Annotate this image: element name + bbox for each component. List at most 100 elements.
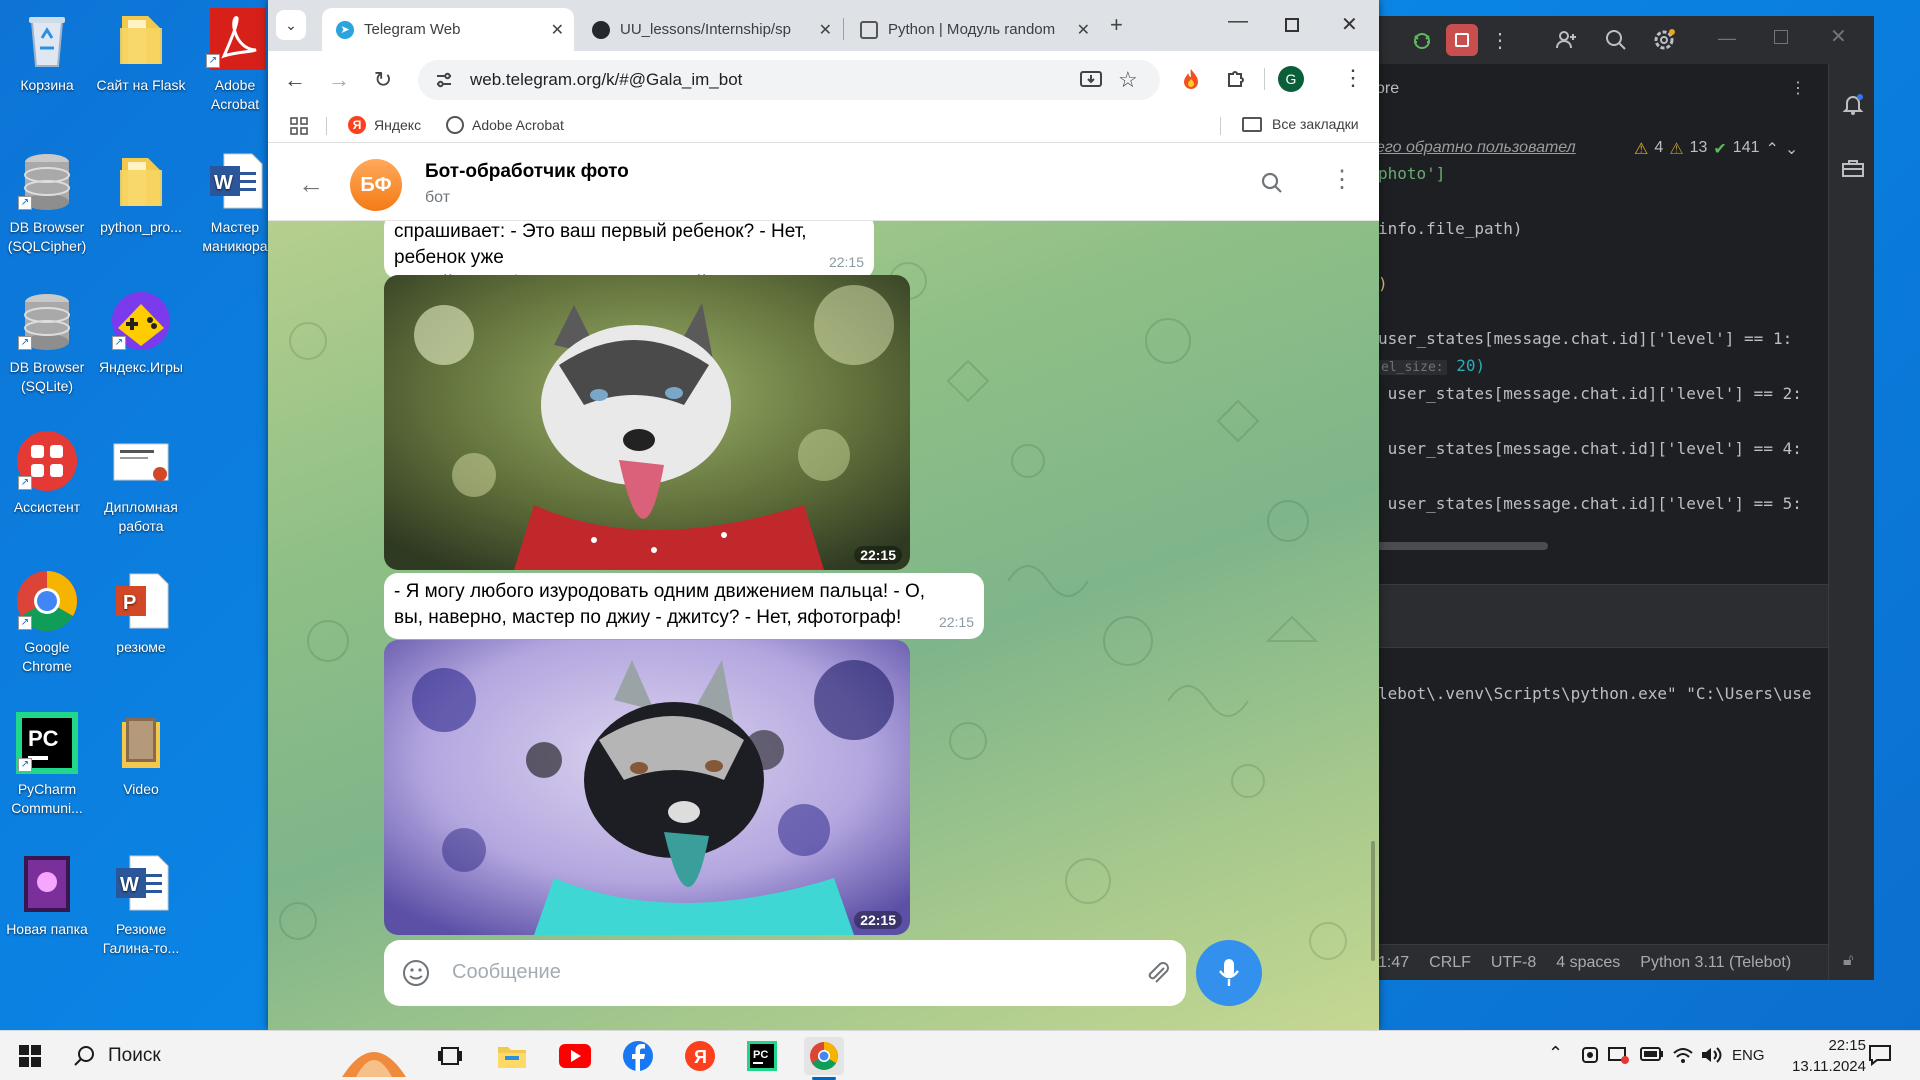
- notifications-bell-icon[interactable]: [1841, 92, 1865, 116]
- chat-avatar[interactable]: БФ: [350, 159, 402, 211]
- notifications-icon[interactable]: [1868, 1043, 1892, 1067]
- debug-icon[interactable]: [1410, 28, 1434, 52]
- search-icon[interactable]: [1260, 171, 1284, 195]
- close-tab-icon[interactable]: ✕: [1077, 20, 1090, 40]
- volume-icon[interactable]: [1700, 1045, 1722, 1065]
- chevron-down-icon[interactable]: ⌄: [1785, 139, 1798, 159]
- line-separator[interactable]: CRLF: [1429, 954, 1471, 972]
- message-composer[interactable]: Сообщение: [384, 940, 1186, 1006]
- install-app-icon[interactable]: [1080, 70, 1102, 90]
- window-close-icon[interactable]: ✕: [1341, 12, 1358, 37]
- inspection-widget[interactable]: ⚠ 4 ⚠ 13 ✔ 141 ⌃ ⌄: [1634, 139, 1798, 159]
- file-encoding[interactable]: UTF-8: [1491, 954, 1536, 972]
- tray-app-icon[interactable]: [1580, 1045, 1600, 1065]
- extension-flame-icon[interactable]: [1180, 67, 1202, 91]
- desktop-icon-flask-site[interactable]: Сайт на Flask: [96, 8, 186, 95]
- chat-menu-icon[interactable]: ⋮: [1330, 165, 1354, 194]
- message-photo[interactable]: 22:15: [384, 640, 910, 935]
- search-icon[interactable]: [1604, 28, 1628, 52]
- taskbar-search[interactable]: Поиск: [62, 1037, 422, 1077]
- stop-button[interactable]: [1446, 24, 1478, 56]
- chat-messages[interactable]: спрашивает: - Это ваш первый ребенок? - …: [268, 221, 1379, 1030]
- message-photo[interactable]: 22:15: [384, 275, 910, 570]
- tab-telegram-web[interactable]: ➤ Telegram Web ✕: [322, 8, 574, 51]
- back-arrow-icon[interactable]: ←: [298, 169, 324, 200]
- message-bubble[interactable]: - Я могу любого изуродовать одним движен…: [384, 573, 984, 639]
- desktop-icon-new-folder[interactable]: Новая папка: [2, 852, 92, 939]
- more-vertical-icon[interactable]: ⋮: [1490, 28, 1510, 53]
- file-explorer-icon[interactable]: [492, 1037, 532, 1075]
- bookmark-star-icon[interactable]: ☆: [1118, 67, 1138, 93]
- python-interpreter[interactable]: Python 3.11 (Telebot): [1640, 954, 1791, 972]
- new-tab-button[interactable]: +: [1110, 12, 1123, 38]
- window-minimize-icon[interactable]: —: [1228, 10, 1248, 33]
- desktop-icon-diploma[interactable]: Дипломная работа: [96, 430, 186, 536]
- chevron-up-icon[interactable]: ⌃: [1766, 139, 1779, 159]
- facebook-icon[interactable]: [618, 1037, 658, 1075]
- profile-avatar[interactable]: G: [1278, 66, 1304, 92]
- reload-icon[interactable]: ↻: [368, 65, 398, 95]
- desktop-icon-manicure-master[interactable]: W Мастер маникюра: [190, 150, 280, 256]
- back-arrow-icon[interactable]: ←: [280, 65, 310, 95]
- emoji-icon[interactable]: [402, 959, 430, 987]
- tray-chevron-up-icon[interactable]: ⌃: [1548, 1043, 1563, 1064]
- start-button[interactable]: [10, 1037, 50, 1075]
- maximize-icon[interactable]: [1774, 30, 1788, 44]
- input-language[interactable]: ENG: [1732, 1047, 1765, 1064]
- indent-setting[interactable]: 4 spaces: [1556, 954, 1620, 972]
- bookmark-yandex[interactable]: Я Яндекс: [348, 116, 421, 134]
- extensions-puzzle-icon[interactable]: [1226, 67, 1248, 89]
- message-input[interactable]: Сообщение: [452, 961, 561, 984]
- close-tab-icon[interactable]: ✕: [819, 20, 832, 40]
- tab-github[interactable]: UU_lessons/Internship/sp ✕: [578, 8, 842, 51]
- close-tab-icon[interactable]: ✕: [551, 20, 564, 40]
- desktop-icon-google-chrome[interactable]: ↗ Google Chrome: [2, 570, 92, 676]
- apps-grid-icon[interactable]: [290, 117, 308, 135]
- chat-title[interactable]: Бот-обработчик фото: [425, 161, 629, 183]
- desktop-icon-adobe-acrobat[interactable]: ↗ Adobe Acrobat: [190, 8, 280, 114]
- desktop-icon-recycle-bin[interactable]: Корзина: [2, 8, 92, 95]
- desktop-icon-db-browser-sqlcipher[interactable]: ↗ DB Browser (SQLCipher): [2, 150, 92, 256]
- code-editor[interactable]: ore ⋮ его обратно пользовател ⚠ 4 ⚠ 13 ✔ 14…: [1370, 64, 1828, 944]
- tray-update-icon[interactable]: [1608, 1045, 1630, 1065]
- caret-position[interactable]: 1:47: [1378, 954, 1409, 972]
- add-user-icon[interactable]: [1554, 28, 1578, 52]
- close-icon[interactable]: ✕: [1830, 24, 1847, 49]
- desktop-icon-resume-word[interactable]: W Резюме Галина-то...: [96, 852, 186, 958]
- attach-paperclip-icon[interactable]: [1144, 959, 1172, 987]
- lock-icon[interactable]: 🔓︎: [1843, 952, 1853, 970]
- window-maximize-icon[interactable]: [1285, 18, 1299, 32]
- tab-python-random[interactable]: Python | Модуль random ✕: [846, 8, 1100, 51]
- desktop-icon-assistant[interactable]: ↗ Ассистент: [2, 430, 92, 517]
- wifi-icon[interactable]: [1672, 1045, 1694, 1065]
- desktop-icon-python-pro[interactable]: python_pro...: [96, 150, 186, 237]
- battery-icon[interactable]: [1640, 1047, 1664, 1061]
- horizontal-scrollbar[interactable]: [1376, 542, 1548, 550]
- chrome-taskbar-icon[interactable]: [804, 1037, 844, 1075]
- task-view-icon[interactable]: [430, 1037, 470, 1075]
- yandex-browser-icon[interactable]: Я: [680, 1037, 720, 1075]
- desktop-icon-resume-ppt[interactable]: P резюме: [96, 570, 186, 657]
- site-settings-icon[interactable]: [434, 70, 454, 90]
- all-bookmarks[interactable]: Все закладки: [1242, 116, 1359, 132]
- clock[interactable]: 22:15 13.11.2024: [1776, 1035, 1866, 1077]
- pycharm-taskbar-icon[interactable]: PC: [742, 1037, 782, 1075]
- chat-scrollbar[interactable]: [1371, 841, 1375, 961]
- more-vertical-icon[interactable]: ⋮: [1790, 78, 1806, 97]
- bookmark-adobe-acrobat[interactable]: Adobe Acrobat: [446, 116, 564, 134]
- tab-search-button[interactable]: ⌄: [276, 10, 306, 40]
- minimize-icon[interactable]: —: [1718, 28, 1736, 49]
- desktop-icon-yandex-games[interactable]: ↗ Яндекс.Игры: [96, 290, 186, 377]
- forward-arrow-icon[interactable]: →: [324, 65, 354, 95]
- address-bar[interactable]: web.telegram.org/k/#@Gala_im_bot ☆: [418, 60, 1160, 100]
- message-bubble[interactable]: спрашивает: - Это ваш первый ребенок? - …: [384, 221, 874, 294]
- desktop-icon-video[interactable]: Video: [96, 712, 186, 799]
- settings-gear-icon[interactable]: [1652, 28, 1676, 52]
- microphone-button[interactable]: [1196, 940, 1262, 1006]
- editor-tab-partial[interactable]: ore: [1376, 80, 1399, 98]
- desktop-icon-db-browser-sqlite[interactable]: ↗ DB Browser (SQLite): [2, 290, 92, 396]
- youtube-icon[interactable]: [555, 1037, 595, 1075]
- toolbox-icon[interactable]: [1841, 158, 1865, 178]
- desktop-icon-pycharm[interactable]: PC ↗ PyCharm Communi...: [2, 712, 92, 818]
- chrome-menu-icon[interactable]: ⋮: [1342, 65, 1364, 91]
